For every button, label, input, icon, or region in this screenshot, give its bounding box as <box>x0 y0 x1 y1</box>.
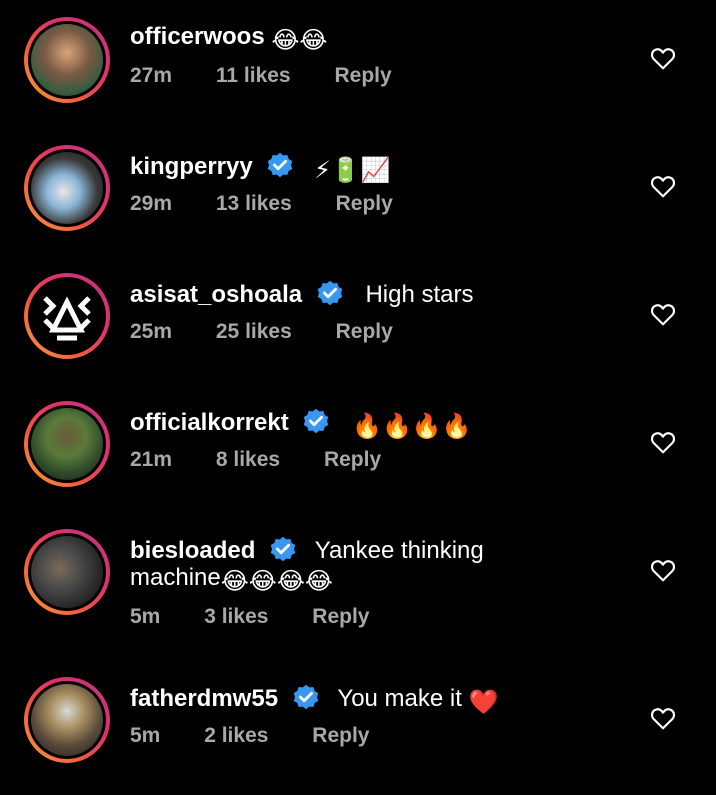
comment-likes[interactable]: 25 likes <box>216 320 292 343</box>
comment-username[interactable]: fatherdmw55 <box>130 685 278 712</box>
comment-text: High stars <box>365 281 474 308</box>
comment-item: officerwoos 😂😂 27m 11 likes Reply <box>0 0 716 128</box>
reply-button[interactable]: Reply <box>336 192 393 215</box>
emoji-fire: 🔥 <box>441 413 472 440</box>
avatar-story-ring[interactable] <box>24 401 110 487</box>
emoji-fire: 🔥 <box>381 413 412 440</box>
comment-time: 25m <box>130 320 173 343</box>
avatar <box>31 24 103 96</box>
comment-likes[interactable]: 13 likes <box>216 192 292 215</box>
avatar-story-ring[interactable] <box>24 145 110 231</box>
avatar <box>31 152 103 224</box>
verified-badge-icon <box>293 684 318 710</box>
verified-badge-icon <box>304 408 329 434</box>
avatar <box>31 408 103 480</box>
comment-likes[interactable]: 2 likes <box>204 724 268 747</box>
comment-text-continued: machine <box>130 564 221 591</box>
comment-time: 21m <box>130 448 173 471</box>
comment-item: officialkorrekt 🔥🔥🔥🔥 21m 8 likes Reply <box>0 384 716 512</box>
emoji-chart: 📈 <box>360 157 391 184</box>
verified-badge-icon <box>317 280 343 306</box>
emoji-heart: ❤️ <box>468 689 499 716</box>
comment-likes[interactable]: 11 likes <box>216 64 291 87</box>
comment-likes[interactable]: 8 likes <box>216 448 280 471</box>
comment-username[interactable]: officialkorrekt <box>130 409 289 436</box>
heart-icon[interactable] <box>650 558 676 582</box>
comment-time: 29m <box>130 192 173 215</box>
reply-button[interactable]: Reply <box>312 724 369 747</box>
emoji-battery: 🔋 <box>330 157 361 184</box>
avatar-story-ring[interactable] <box>24 17 110 103</box>
comment-username[interactable]: biesloaded <box>130 537 255 564</box>
comment-time: 27m <box>130 64 173 87</box>
comment-item: asisat_oshoala High stars 25m 25 likes R… <box>0 256 716 384</box>
verified-badge-icon <box>268 152 293 178</box>
emoji-lightning: ⚡ <box>314 157 331 184</box>
comment-username[interactable]: kingperryy <box>130 153 253 180</box>
emoji-laughing: 😂 <box>276 568 305 595</box>
avatar <box>31 536 103 608</box>
emoji-laughing: 😂 <box>220 568 249 595</box>
reply-button[interactable]: Reply <box>334 64 391 87</box>
logo-icon <box>43 296 91 341</box>
verified-badge-icon <box>270 536 296 562</box>
emoji-laughing: 😂 <box>299 27 328 54</box>
heart-icon[interactable] <box>650 430 676 454</box>
comment-time: 5m <box>130 605 161 628</box>
comment-item: fatherdmw55 You make it ❤️ 5m 2 likes Re… <box>0 662 716 795</box>
emoji-laughing: 😂 <box>248 568 277 595</box>
avatar-story-ring[interactable] <box>24 677 110 763</box>
reply-button[interactable]: Reply <box>324 448 381 471</box>
comment-item: biesloaded Yankee thinking machine😂😂😂😂 5… <box>0 512 716 662</box>
avatar-story-ring[interactable] <box>24 529 110 615</box>
emoji-laughing: 😂 <box>271 27 300 54</box>
comment-time: 5m <box>130 724 161 747</box>
heart-icon[interactable] <box>650 174 676 198</box>
emoji-fire: 🔥 <box>352 413 382 440</box>
reply-button[interactable]: Reply <box>312 605 369 628</box>
heart-icon[interactable] <box>650 302 676 326</box>
avatar <box>31 280 103 352</box>
comment-item: kingperryy ⚡🔋📈 29m 13 likes Reply <box>0 128 716 256</box>
comment-text: Yankee thinking <box>314 537 484 564</box>
avatar <box>31 684 103 756</box>
heart-icon[interactable] <box>650 706 676 730</box>
reply-button[interactable]: Reply <box>336 320 393 343</box>
heart-icon[interactable] <box>650 46 676 70</box>
comment-text: You make it <box>337 685 462 712</box>
comment-username[interactable]: asisat_oshoala <box>130 281 302 308</box>
emoji-fire: 🔥 <box>411 413 442 440</box>
emoji-laughing: 😂 <box>304 568 333 595</box>
comment-likes[interactable]: 3 likes <box>204 605 268 628</box>
avatar-story-ring[interactable] <box>24 273 110 359</box>
comment-username[interactable]: officerwoos <box>130 23 265 50</box>
